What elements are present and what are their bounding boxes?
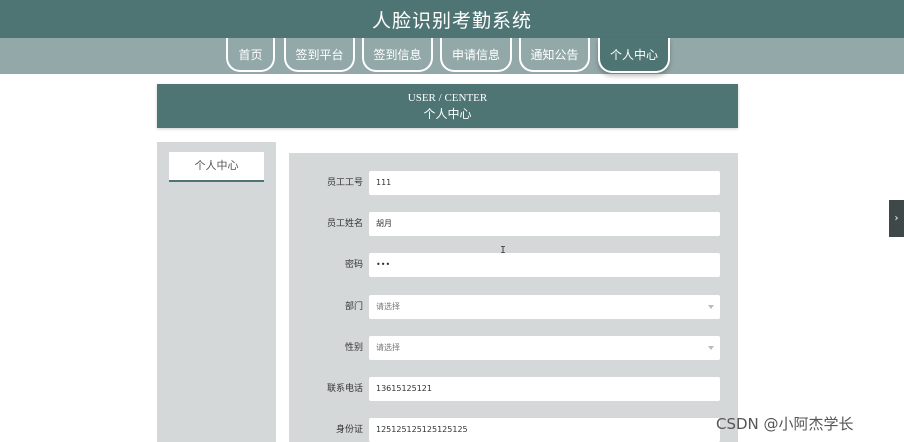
nav-item-checkin-platform[interactable]: 签到平台	[284, 38, 355, 72]
banner-title-cn: 个人中心	[423, 106, 472, 121]
nav-item-application-info[interactable]: 申请信息	[440, 38, 512, 72]
profile-form: 员工工号 111 员工姓名 胡月 密码 ••• 部门 请选择 性别 请选择 联系…	[289, 153, 738, 442]
id-card-input[interactable]: 125125125125125125	[369, 418, 720, 442]
section-banner: USER / CENTER 个人中心	[157, 84, 738, 128]
app-title: 人脸识别考勤系统	[371, 9, 532, 32]
phone-input[interactable]: 13615125121	[369, 377, 720, 401]
form-row-department: 部门 请选择	[289, 295, 738, 319]
nav-item-personal-center[interactable]: 个人中心	[598, 38, 670, 73]
gender-label: 性别	[344, 343, 363, 353]
employee-name-label: 员工姓名	[326, 219, 363, 229]
nav-item-checkin-info[interactable]: 签到信息	[362, 38, 433, 72]
id-card-label: 身份证	[335, 425, 363, 435]
department-label: 部门	[344, 302, 363, 312]
chevron-down-icon	[708, 346, 714, 350]
form-row-id-card: 身份证 125125125125125125	[289, 418, 738, 442]
form-row-phone: 联系电话 13615125121	[289, 377, 738, 401]
watermark: CSDN @小阿杰学长	[716, 415, 854, 433]
password-input[interactable]: •••	[369, 253, 720, 277]
department-select-value: 请选择	[376, 302, 400, 311]
form-row-employee-name: 员工姓名 胡月	[289, 212, 738, 236]
phone-label: 联系电话	[326, 384, 363, 394]
employee-id-label: 员工工号	[326, 178, 363, 188]
side-expand-tab[interactable]: ›	[889, 200, 904, 237]
department-select[interactable]: 请选择	[369, 295, 720, 319]
main-nav: 首页 签到平台 签到信息 申请信息 通知公告 个人中心	[0, 38, 904, 74]
nav-item-home[interactable]: 首页	[226, 38, 275, 72]
nav-item-announcements[interactable]: 通知公告	[519, 38, 590, 72]
gender-select[interactable]: 请选择	[369, 336, 720, 360]
banner-title-en: USER / CENTER	[407, 91, 488, 104]
employee-name-input[interactable]: 胡月	[369, 212, 720, 236]
form-row-gender: 性别 请选择	[289, 336, 738, 360]
text-cursor-icon: I	[500, 245, 507, 256]
app-title-bar: 人脸识别考勤系统	[0, 0, 904, 38]
gender-select-value: 请选择	[376, 343, 400, 352]
sidebar-item-personal-center[interactable]: 个人中心	[169, 152, 264, 182]
chevron-down-icon	[708, 305, 714, 309]
form-row-password: 密码 •••	[289, 253, 738, 277]
sidebar: 个人中心	[157, 142, 276, 442]
form-row-employee-id: 员工工号 111	[289, 171, 738, 195]
employee-id-input[interactable]: 111	[369, 171, 720, 195]
password-label: 密码	[344, 260, 363, 270]
